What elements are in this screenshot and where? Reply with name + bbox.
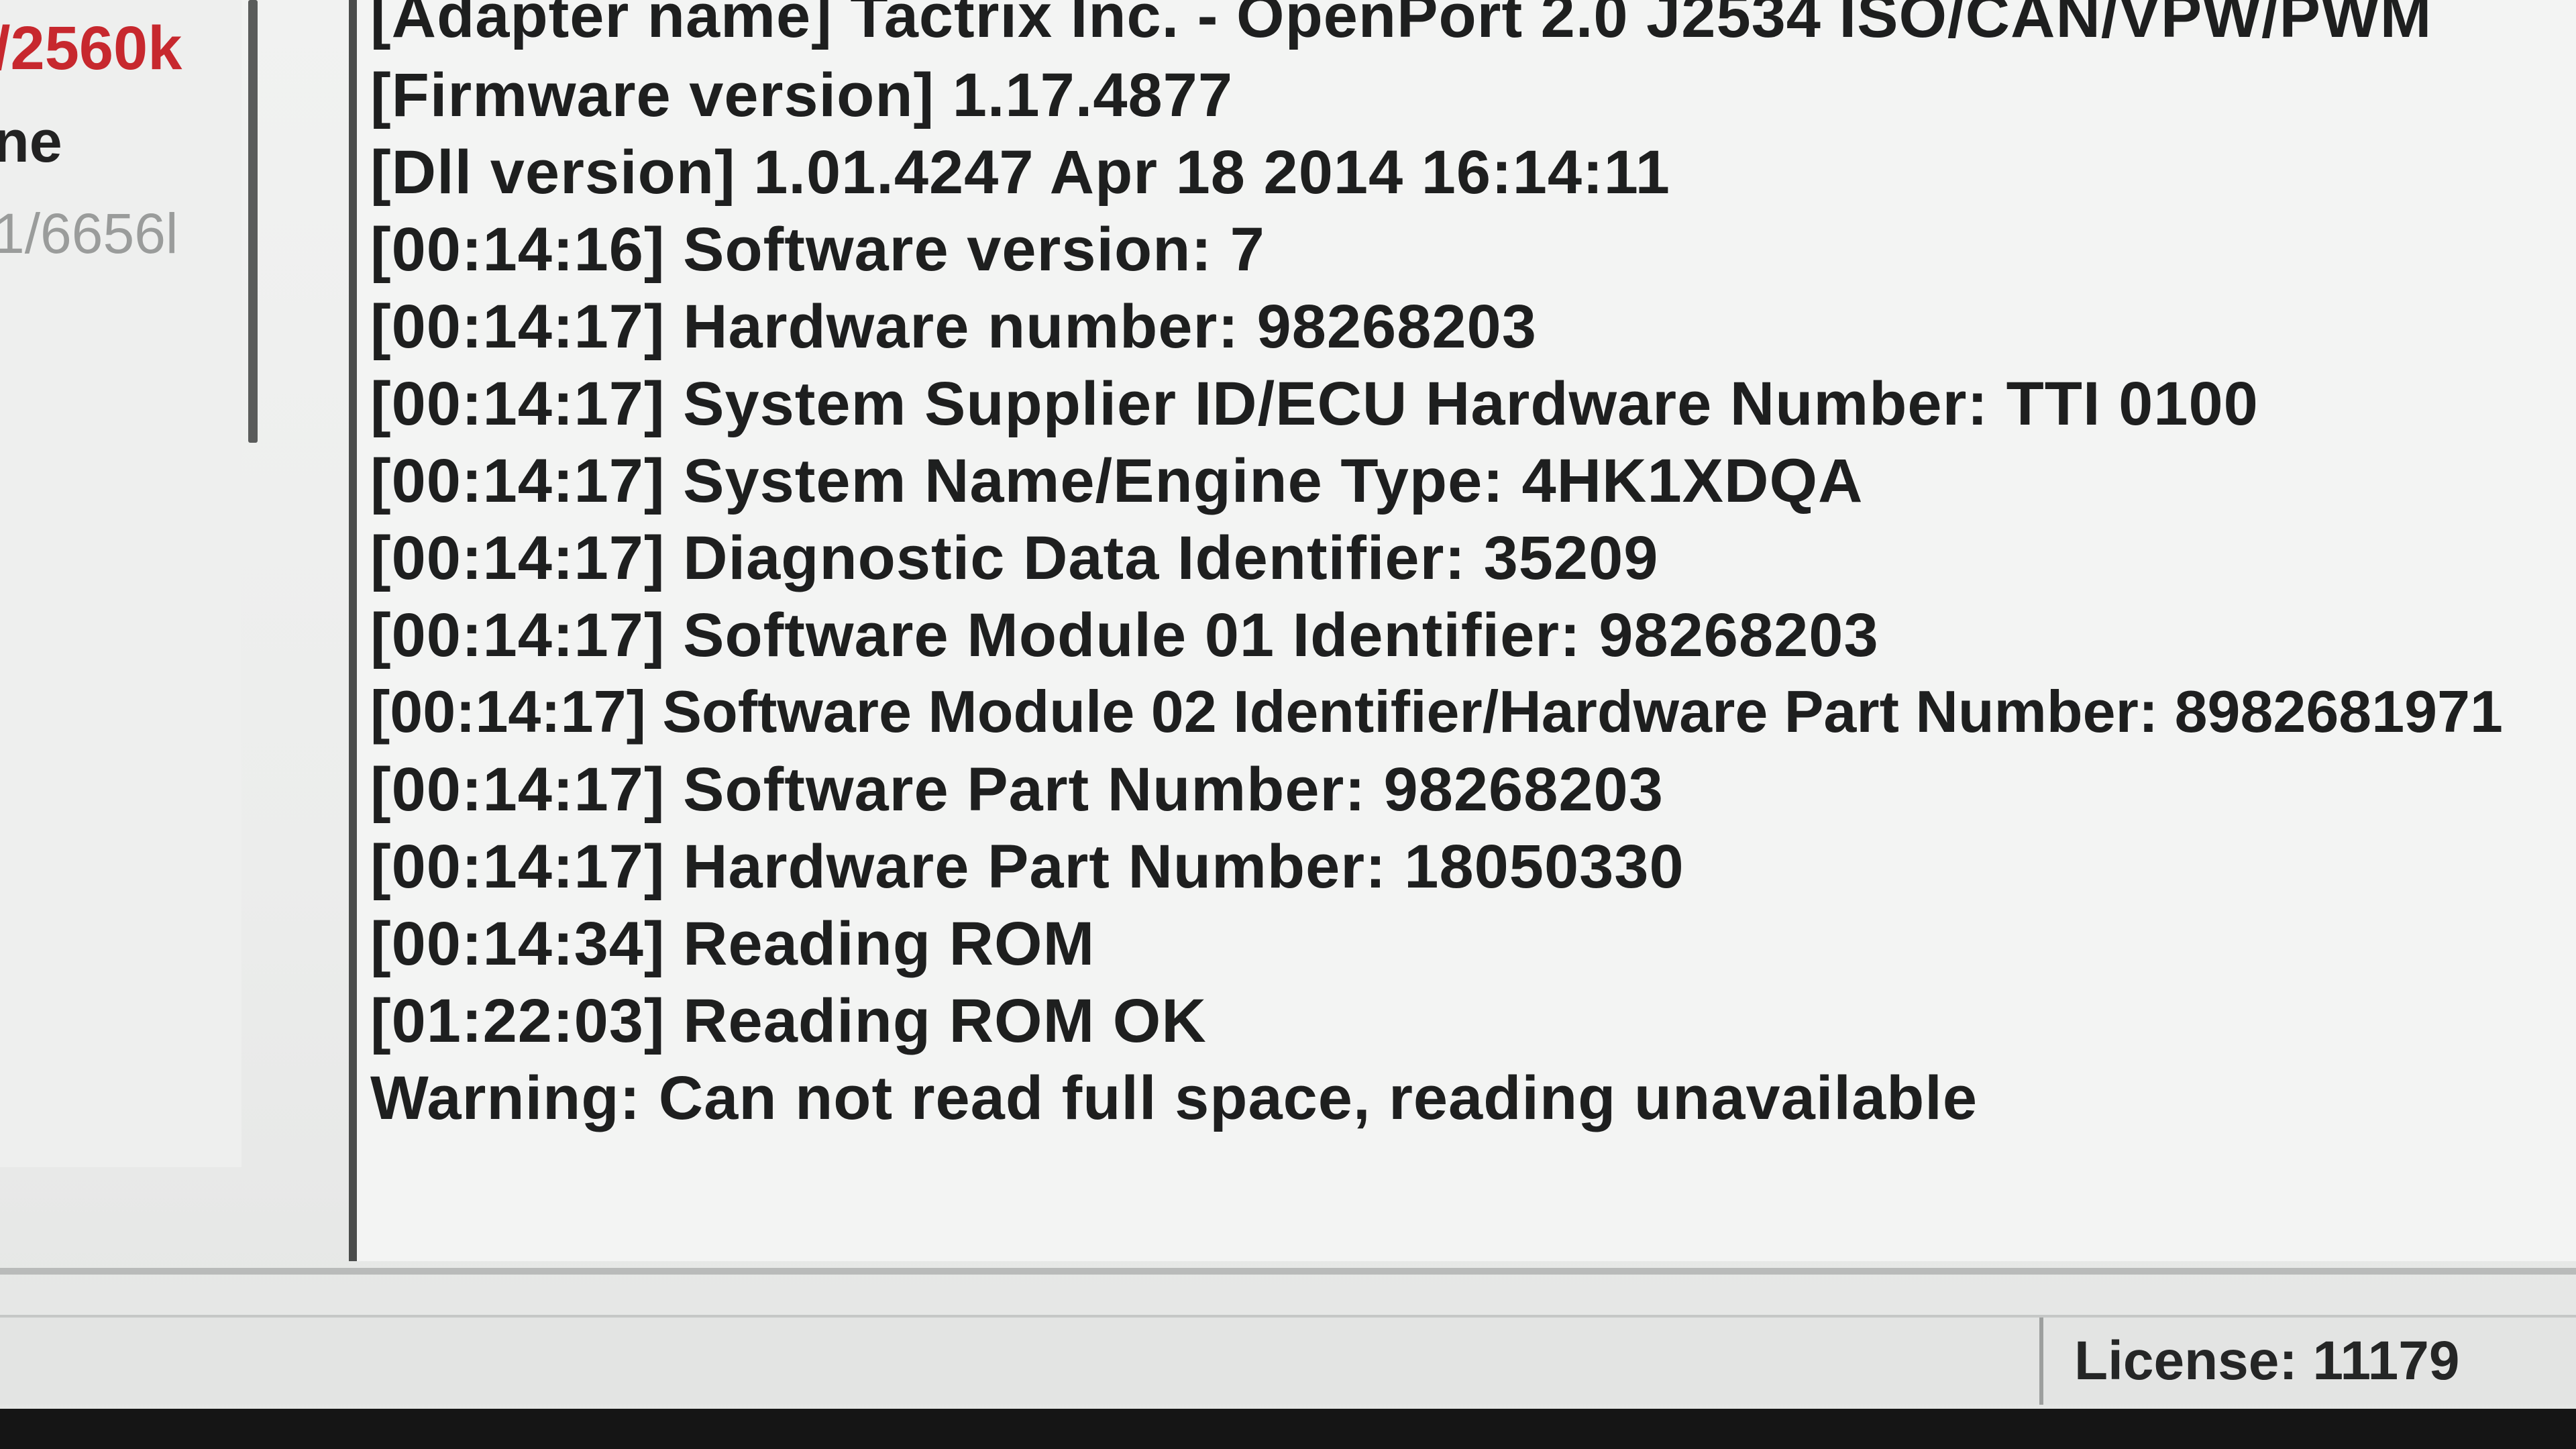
log-line: [00:14:34] Reading ROM (370, 910, 1095, 978)
log-line: [00:14:17] Hardware Part Number: 1805033… (370, 833, 1684, 901)
log-line: [00:14:17] Hardware number: 98268203 (370, 292, 1537, 361)
status-bar: License: 11179 (0, 1315, 2576, 1405)
log-line: [00:14:17] Software Part Number: 9826820… (370, 755, 1664, 824)
connection-speed-label: /2560k (0, 14, 182, 83)
log-line: [00:14:17] Software Module 02 Identifier… (370, 678, 2503, 745)
log-line: [00:14:17] Software Module 01 Identifier… (370, 601, 1879, 669)
log-line: [Adapter name] Tactrix Inc. - OpenPort 2… (370, 0, 2432, 50)
progress-count-label: 1/6656l (0, 202, 178, 265)
app-window: /2560k ne 1/6656l [Adapter name] Tactrix… (0, 0, 2576, 1449)
log-line: [Firmware version] 1.17.4877 (370, 61, 1233, 129)
log-output[interactable]: [Adapter name] Tactrix Inc. - OpenPort 2… (349, 0, 2576, 1261)
log-line: [Dll version] 1.01.4247 Apr 18 2014 16:1… (370, 138, 1670, 207)
panel-scrollbar[interactable] (248, 0, 258, 443)
left-info-panel: /2560k ne 1/6656l (0, 0, 241, 1167)
log-line: [00:14:17] Diagnostic Data Identifier: 3… (370, 524, 1659, 592)
log-line: [00:14:16] Software version: 7 (370, 215, 1265, 284)
warning-message: Warning: Can not read full space, readin… (370, 1064, 1978, 1132)
status-separator (0, 1268, 2576, 1275)
log-line: [00:14:17] System Supplier ID/ECU Hardwa… (370, 370, 2259, 438)
license-cell: License: 11179 (2039, 1318, 2459, 1405)
device-name-label: ne (0, 108, 62, 174)
monitor-bezel (0, 1409, 2576, 1449)
license-label: License: 11179 (2074, 1330, 2460, 1391)
log-line: [00:14:17] System Name/Engine Type: 4HK1… (370, 447, 1864, 515)
log-line: [01:22:03] Reading ROM OK (370, 987, 1207, 1055)
